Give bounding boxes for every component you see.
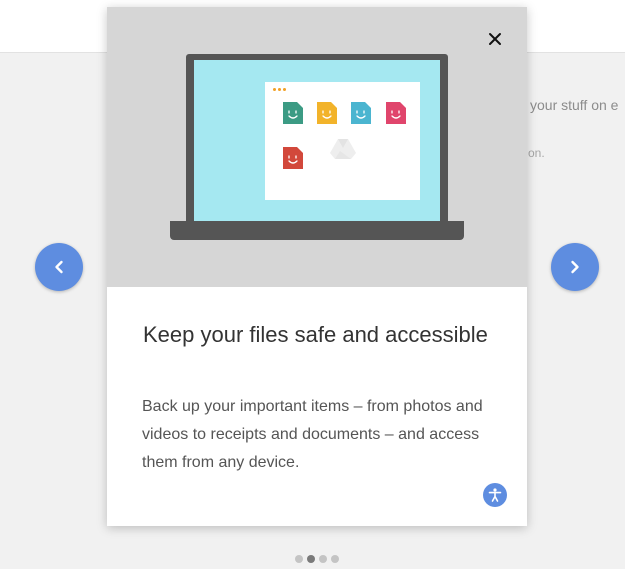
next-slide-button[interactable]	[551, 243, 599, 291]
chevron-right-icon	[571, 260, 579, 274]
page: your stuff on e on. Keep your files safe…	[0, 0, 625, 569]
pagination-dot-3[interactable]	[319, 555, 327, 563]
file-icon	[283, 147, 303, 169]
pagination-dot-1[interactable]	[295, 555, 303, 563]
close-button[interactable]	[485, 29, 505, 49]
accessibility-icon	[488, 488, 502, 502]
onboarding-dialog: Keep your files safe and accessible Back…	[107, 7, 527, 526]
drive-logo-icon	[330, 139, 356, 159]
dialog-title: Keep your files safe and accessible	[143, 322, 488, 347]
pagination-dot-2[interactable]	[307, 555, 315, 563]
file-icon	[283, 102, 303, 124]
pagination-dot-4[interactable]	[331, 555, 339, 563]
pagination-dots	[295, 555, 339, 563]
close-icon	[489, 33, 501, 45]
laptop-base	[170, 221, 464, 240]
file-icon	[317, 102, 337, 124]
dialog-description: Back up your important items – from phot…	[142, 398, 483, 471]
accessibility-button[interactable]	[483, 483, 507, 507]
chevron-left-icon	[55, 260, 63, 274]
background-text-1: your stuff on e	[530, 97, 619, 113]
file-icon	[351, 102, 371, 124]
background-text-2: on.	[528, 146, 545, 160]
illustration-panel	[107, 7, 527, 287]
file-icon	[386, 102, 406, 124]
window-dots	[273, 88, 286, 91]
previous-slide-button[interactable]	[35, 243, 83, 291]
